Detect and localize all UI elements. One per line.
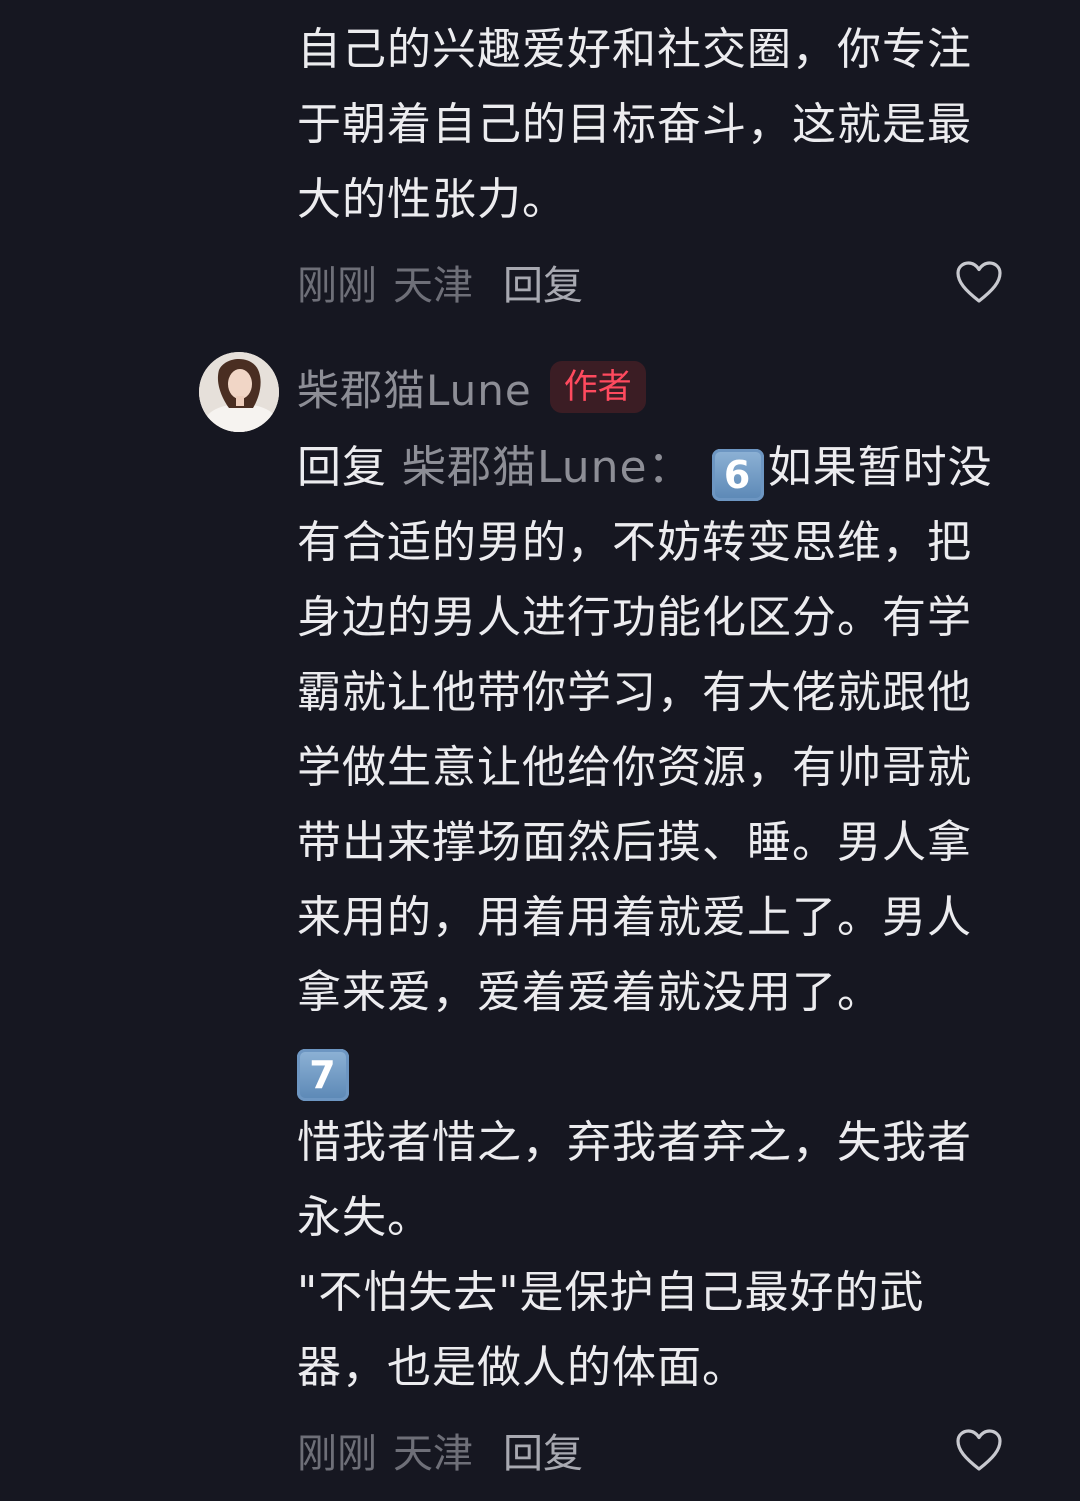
reply-prefix: 回复	[297, 442, 387, 493]
avatar-image	[199, 352, 279, 432]
comment-line: 于朝着自己的目标奋斗，这就是最	[297, 99, 972, 150]
reply-target-username[interactable]: 柴郡猫Lune：	[402, 442, 693, 493]
heart-outline-icon	[956, 1429, 1002, 1471]
comment-line: "不怕失去"是保护自己最好的武	[297, 1267, 925, 1318]
comment-time: 刚刚	[297, 1431, 377, 1477]
comment-line: 来用的，用着用着就爱上了。男人	[297, 892, 972, 943]
reply-button[interactable]: 回复	[503, 1421, 583, 1479]
author-badge: 作者	[549, 361, 646, 413]
comment-text: 回复 柴郡猫Lune： 6 如果暂时没 有合适的男的，不妨转变思维，把 身边的男人…	[297, 430, 1037, 1405]
comment-line: 器，也是做人的体面。	[297, 1342, 747, 1393]
comment-line: 自己的兴趣爱好和社交圈，你专注	[297, 24, 972, 75]
comment-line: 带出来撑场面然后摸、睡。男人拿	[297, 817, 972, 868]
comment-meta: 刚刚 天津 回复	[297, 1420, 583, 1480]
comment-time: 刚刚	[297, 263, 377, 309]
avatar[interactable]	[199, 352, 279, 432]
comment-line: 身边的男人进行功能化区分。有学	[297, 592, 972, 643]
keycap-six-emoji: 6	[711, 449, 764, 501]
comment-line: 霸就让他带你学习，有大佬就跟他	[297, 667, 972, 718]
comment-line: 惜我者惜之，弃我者弃之，失我者	[297, 1117, 972, 1168]
username[interactable]: 柴郡猫Lune	[297, 357, 532, 418]
comment-first-line: 回复 柴郡猫Lune： 6 如果暂时没	[297, 430, 1037, 505]
comment-line: 永失。	[297, 1192, 432, 1243]
comment-keycap-line: 7	[297, 1030, 1037, 1105]
comment-line: 有合适的男的，不妨转变思维，把	[297, 517, 972, 568]
comment-meta: 刚刚 天津 回复	[297, 252, 583, 312]
keycap-seven-emoji: 7	[297, 1049, 349, 1101]
comment-location: 天津	[393, 1431, 473, 1477]
comment-line: 如果暂时没	[767, 442, 993, 493]
comment-text: 自己的兴趣爱好和社交圈，你专注 于朝着自己的目标奋斗，这就是最 大的性张力。	[297, 12, 1037, 237]
comment-line: 学做生意让他给你资源，有帅哥就	[297, 742, 972, 793]
comment-line: 拿来爱，爱着爱着就没用了。	[297, 967, 882, 1018]
like-button[interactable]	[955, 260, 1003, 304]
reply-button[interactable]: 回复	[503, 253, 583, 311]
comment-line: 大的性张力。	[297, 174, 567, 225]
like-button[interactable]	[955, 1428, 1003, 1472]
heart-outline-icon	[956, 261, 1002, 303]
comment-header: 柴郡猫Lune 作者	[297, 355, 646, 419]
comment-location: 天津	[393, 263, 473, 309]
